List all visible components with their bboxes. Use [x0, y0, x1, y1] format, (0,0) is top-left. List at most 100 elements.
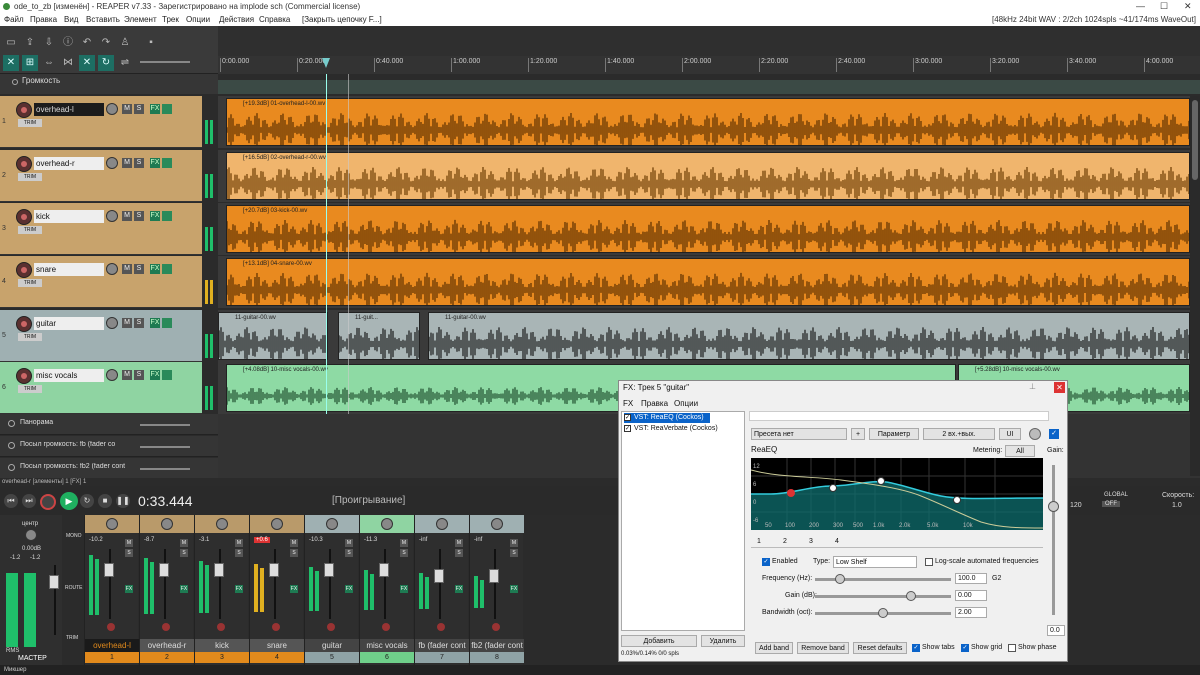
solo-button[interactable]: S [290, 549, 298, 557]
fx-button[interactable]: FX [150, 211, 160, 221]
mute-button[interactable]: M [180, 539, 188, 547]
fx-bypass-icon[interactable] [162, 158, 172, 168]
menu-insert[interactable]: Вставить [86, 13, 120, 26]
mute-button[interactable]: M [122, 104, 132, 114]
solo-button[interactable]: S [134, 318, 144, 328]
output-gain-slider[interactable] [1048, 501, 1059, 512]
timeline-ruler[interactable]: 0:00.000 0:20.000 0:40.000 1:00.000 1:20.000… [218, 26, 1200, 74]
trim-button[interactable]: TRIM [18, 226, 42, 234]
add-band-button[interactable]: Add band [755, 642, 793, 654]
menu-actions[interactable]: Действия [219, 13, 254, 26]
volume-fader[interactable] [269, 563, 279, 577]
envelope-slider[interactable] [140, 468, 190, 470]
pan-knob[interactable] [436, 518, 448, 530]
master-fader[interactable] [49, 575, 59, 589]
pan-knob[interactable] [106, 518, 118, 530]
trim-label[interactable]: TRIM [66, 635, 78, 641]
strip-name[interactable]: fb (fader cont [415, 639, 469, 652]
solo-button[interactable]: S [345, 549, 353, 557]
metronome-icon[interactable]: ♙ [117, 35, 133, 51]
master-volume-slider[interactable] [140, 61, 190, 63]
save-project-icon[interactable]: ⇩ [41, 35, 57, 51]
preset-add-button[interactable]: + [851, 428, 865, 440]
mute-button[interactable]: M [125, 539, 133, 547]
bandwidth-input[interactable]: 2.00 [955, 607, 987, 618]
record-arm-button[interactable] [16, 316, 32, 332]
project-settings-icon[interactable]: ⓘ [60, 35, 76, 51]
play-button[interactable]: ▶ [60, 492, 78, 510]
record-arm-button[interactable] [16, 368, 32, 384]
fx-button[interactable]: FX [345, 585, 353, 593]
fx-list-item[interactable]: ✓ VST: ReaVerbate (Cockos) [624, 424, 718, 434]
frequency-input[interactable]: 100.0 [955, 573, 987, 584]
track-header[interactable]: 4 snare M S FX TRIM [0, 256, 202, 308]
fx-button[interactable]: FX [150, 370, 160, 380]
record-arm-button[interactable] [437, 623, 445, 631]
envelope-slider[interactable] [140, 446, 190, 448]
track-header[interactable]: 6 misc vocals M S FX TRIM [0, 362, 202, 414]
track-header[interactable]: 1 overhead-l M S FX TRIM [0, 96, 202, 148]
fx-list-item[interactable]: ✓ VST: ReaEQ (Cockos) [624, 413, 710, 423]
reset-defaults-button[interactable]: Reset defaults [853, 642, 907, 654]
remove-band-button[interactable]: Remove band [797, 642, 849, 654]
maximize-button[interactable]: ☐ [1160, 0, 1168, 13]
solo-button[interactable]: S [455, 549, 463, 557]
media-item[interactable]: 11-guit... [338, 312, 420, 360]
ui-button[interactable]: UI [999, 428, 1021, 440]
fx-menu-options[interactable]: Опции [674, 399, 698, 408]
menu-track[interactable]: Трек [162, 13, 179, 26]
band-tab-2[interactable]: 2 [783, 538, 787, 545]
mute-button[interactable]: M [235, 539, 243, 547]
volume-knob[interactable] [106, 210, 118, 222]
mixer-tab[interactable]: Микшер [4, 667, 26, 673]
fx-list[interactable]: ✓ VST: ReaEQ (Cockos) ✓ VST: ReaVerbate (C… [621, 411, 745, 631]
volume-fader[interactable] [324, 563, 334, 577]
pan-knob[interactable] [216, 518, 228, 530]
solo-button[interactable]: S [134, 158, 144, 168]
pan-knob[interactable] [161, 518, 173, 530]
enabled-checkbox[interactable]: ✓ [762, 558, 770, 566]
media-item[interactable]: 11-guitar-00.wv [218, 312, 328, 360]
master-pan-knob[interactable] [25, 529, 37, 541]
solo-button[interactable]: S [510, 549, 518, 557]
bandwidth-slider-knob[interactable] [878, 608, 888, 618]
envelope-slider[interactable] [140, 424, 190, 426]
track-name[interactable]: overhead-r [34, 157, 104, 170]
mute-button[interactable]: M [122, 211, 132, 221]
track-header[interactable]: 5 guitar M S FX TRIM [0, 310, 202, 362]
fx-menu-fx[interactable]: FX [623, 399, 633, 408]
vertical-scrollbar[interactable] [1190, 96, 1200, 476]
trim-button[interactable]: TRIM [18, 119, 42, 127]
fx-close-button[interactable]: ✕ [1054, 382, 1065, 393]
media-item[interactable]: [+20.7dB] 03-kick-00.wv [226, 205, 1190, 253]
fx-button[interactable]: FX [290, 585, 298, 593]
menu-file[interactable]: Файл [4, 13, 24, 26]
render-icon[interactable]: ▪ [143, 35, 159, 51]
io-button[interactable]: 2 вх.+вых. [923, 428, 995, 440]
track-name[interactable]: overhead-l [34, 103, 104, 116]
global-auto-label[interactable]: GLOBAL [1104, 492, 1128, 498]
bypass-checkbox[interactable]: ✓ [1049, 429, 1059, 439]
show-tabs-checkbox[interactable]: ✓ [912, 644, 920, 652]
fx-bypass-icon[interactable] [162, 264, 172, 274]
minimize-button[interactable]: — [1136, 0, 1145, 13]
volume-knob[interactable] [106, 263, 118, 275]
fast-forward-button[interactable]: ⏭ [22, 494, 36, 508]
mute-button[interactable]: M [290, 539, 298, 547]
global-auto-mode[interactable]: OFF [1102, 501, 1120, 507]
menu-help[interactable]: Справка [259, 13, 290, 26]
track-header[interactable]: 3 kick M S FX TRIM [0, 203, 202, 255]
solo-button[interactable]: S [134, 264, 144, 274]
record-arm-button[interactable] [492, 623, 500, 631]
route-label[interactable]: ROUTE [65, 585, 83, 591]
playrate-value[interactable]: 1.0 [1172, 502, 1182, 509]
open-project-icon[interactable]: ⇪ [22, 35, 38, 51]
record-arm-button[interactable] [327, 623, 335, 631]
solo-button[interactable]: S [134, 370, 144, 380]
loop-icon[interactable]: ↻ [98, 55, 114, 71]
menu-options[interactable]: Опции [186, 13, 210, 26]
strip-name[interactable]: guitar [305, 639, 359, 652]
track-lane[interactable]: 11-guitar-00.wv 11-guit... 11-guitar-00.wv [218, 310, 1190, 362]
band-gain-slider-knob[interactable] [906, 591, 916, 601]
pan-knob[interactable] [271, 518, 283, 530]
